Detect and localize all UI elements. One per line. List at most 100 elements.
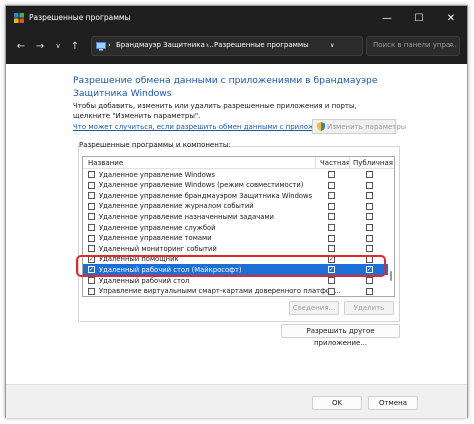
private-network-checkbox[interactable] [328, 202, 335, 210]
search-input[interactable]: Поиск в панели упра... [373, 41, 457, 49]
minimize-button[interactable]: — [371, 6, 403, 30]
column-divider [315, 157, 316, 168]
app-name: Удаленное управление брандмауэром Защитн… [99, 191, 313, 200]
private-network-checkbox[interactable] [328, 171, 335, 178]
public-network-checkbox[interactable] [366, 213, 373, 221]
private-network-checkbox[interactable] [328, 181, 335, 189]
list-item[interactable]: Удаленное управление Windows [83, 169, 388, 180]
risk-info-link[interactable]: Что может случиться, если разрешить обме… [73, 123, 341, 131]
allowed-apps-group-label: Разрешенные программы и компоненты: [79, 141, 231, 149]
dialog-footer: OK Отмена [6, 384, 467, 418]
column-header-private[interactable]: Частная [320, 159, 350, 167]
list-item[interactable]: Удаленное управление службой [83, 222, 388, 233]
public-network-checkbox[interactable] [366, 171, 373, 178]
uac-shield-icon [317, 122, 325, 131]
app-name: Удаленное управление службой [99, 223, 216, 232]
list-item[interactable]: Удаленное управление назначенными задача… [83, 211, 388, 222]
scrollbar-thumb[interactable] [390, 271, 392, 281]
app-enabled-checkbox[interactable] [88, 202, 95, 210]
private-network-checkbox[interactable] [328, 287, 335, 295]
navigation-bar: ← → ∨ ↑ › Брандмауэр Защитника ... › Раз… [6, 30, 467, 64]
firewall-app-icon [14, 13, 24, 23]
list-header: Название Частная Публичная [83, 157, 394, 169]
app-enabled-checkbox[interactable] [88, 224, 95, 231]
app-enabled-checkbox[interactable] [88, 277, 95, 284]
private-network-checkbox[interactable] [328, 192, 335, 200]
public-network-checkbox[interactable] [366, 234, 373, 242]
close-button[interactable]: ✕ [435, 6, 467, 30]
breadcrumb-firewall[interactable]: Брандмауэр Защитника ... [116, 41, 214, 49]
private-network-checkbox[interactable] [328, 277, 335, 284]
public-network-checkbox[interactable] [366, 192, 373, 200]
app-name: Удаленный рабочий стол [99, 276, 190, 285]
chevron-down-icon[interactable]: ∨ [330, 42, 334, 49]
arrow-right-icon: → [35, 40, 45, 52]
search-box[interactable]: Поиск в панели упра... ⌕ [366, 36, 460, 56]
app-enabled-checkbox[interactable] [88, 287, 95, 295]
app-name: Удаленное управление журналом событий [99, 202, 254, 211]
app-enabled-checkbox[interactable] [88, 245, 95, 253]
public-network-checkbox[interactable] [366, 181, 373, 189]
arrow-up-icon: ↑ [70, 40, 80, 52]
app-enabled-checkbox[interactable] [88, 192, 95, 200]
back-button[interactable]: ← [13, 38, 29, 54]
change-settings-label: Изменить параметры [327, 123, 407, 131]
app-enabled-checkbox[interactable] [88, 181, 95, 189]
column-header-public[interactable]: Публичная [353, 159, 393, 167]
minimize-icon: — [382, 12, 392, 24]
app-enabled-checkbox[interactable] [88, 171, 95, 178]
private-network-checkbox[interactable] [328, 213, 335, 221]
app-name: Удаленный мониторинг событий [99, 244, 217, 253]
private-network-checkbox[interactable] [328, 224, 335, 231]
app-name: Удаленное управление томами [99, 234, 212, 243]
app-enabled-checkbox[interactable] [88, 213, 95, 221]
public-network-checkbox[interactable] [366, 224, 373, 231]
app-name: Удаленное управление Windows (режим совм… [99, 181, 304, 190]
column-divider [349, 157, 350, 168]
list-scrollbar[interactable] [389, 169, 393, 296]
maximize-button[interactable]: ☐ [403, 6, 435, 30]
content-area: Разрешение обмена данными с приложениями… [6, 64, 467, 384]
up-button[interactable]: ↑ [67, 38, 83, 54]
private-network-checkbox[interactable] [328, 234, 335, 242]
ok-button[interactable]: OK [312, 396, 362, 410]
public-network-checkbox[interactable] [366, 245, 373, 253]
list-item[interactable]: Удаленное управление журналом событий [83, 201, 388, 212]
title-bar: Разрешенные программы — ☐ ✕ [6, 6, 467, 30]
arrow-left-icon: ← [16, 40, 26, 52]
list-item[interactable]: Удаленное управление томами [83, 233, 388, 244]
list-item[interactable]: Удаленное управление Windows (режим совм… [83, 180, 388, 191]
allowed-apps-window: Разрешенные программы — ☐ ✕ ← → ∨ ↑ › Бр… [5, 5, 468, 418]
private-network-checkbox[interactable] [328, 245, 335, 253]
breadcrumb-separator-icon: › [206, 41, 209, 49]
app-name: Удаленное управление Windows [99, 170, 215, 179]
breadcrumb-allowed-apps[interactable]: Разрешенные программы [214, 41, 309, 49]
breadcrumb-separator-icon: › [108, 41, 111, 49]
delete-button[interactable]: Удалить [344, 301, 394, 315]
chevron-down-icon: ∨ [55, 42, 61, 50]
details-button[interactable]: Сведения... [289, 301, 339, 315]
public-network-checkbox[interactable] [366, 277, 373, 284]
maximize-icon: ☐ [414, 12, 424, 24]
list-item[interactable]: Удаленный мониторинг событий [83, 243, 388, 254]
list-item[interactable]: Удаленное управление брандмауэром Защитн… [83, 190, 388, 201]
column-header-name[interactable]: Название [88, 159, 123, 167]
annotation-highlight-frame [76, 255, 386, 277]
forward-button[interactable]: → [32, 38, 48, 54]
page-heading: Разрешение обмена данными с приложениями… [73, 75, 378, 99]
close-icon: ✕ [446, 12, 456, 24]
allow-other-app-button[interactable]: Разрешить другое приложение... [281, 324, 400, 347]
public-network-checkbox[interactable] [366, 287, 373, 295]
window-title: Разрешенные программы [29, 13, 131, 22]
public-network-checkbox[interactable] [366, 202, 373, 210]
address-bar[interactable]: › Брандмауэр Защитника ... › Разрешенные… [91, 36, 442, 56]
cancel-button[interactable]: Отмена [368, 396, 418, 410]
search-icon: ⌕ [448, 40, 454, 50]
recent-locations-button[interactable]: ∨ [50, 38, 66, 54]
change-settings-button[interactable]: Изменить параметры [312, 119, 406, 134]
app-enabled-checkbox[interactable] [88, 234, 95, 242]
page-description: Чтобы добавить, изменить или удалить раз… [73, 102, 357, 120]
control-panel-icon [96, 42, 106, 51]
app-name: Удаленное управление назначенными задача… [99, 212, 274, 221]
list-item[interactable]: Управление виртуальными смарт-картами до… [83, 286, 388, 296]
